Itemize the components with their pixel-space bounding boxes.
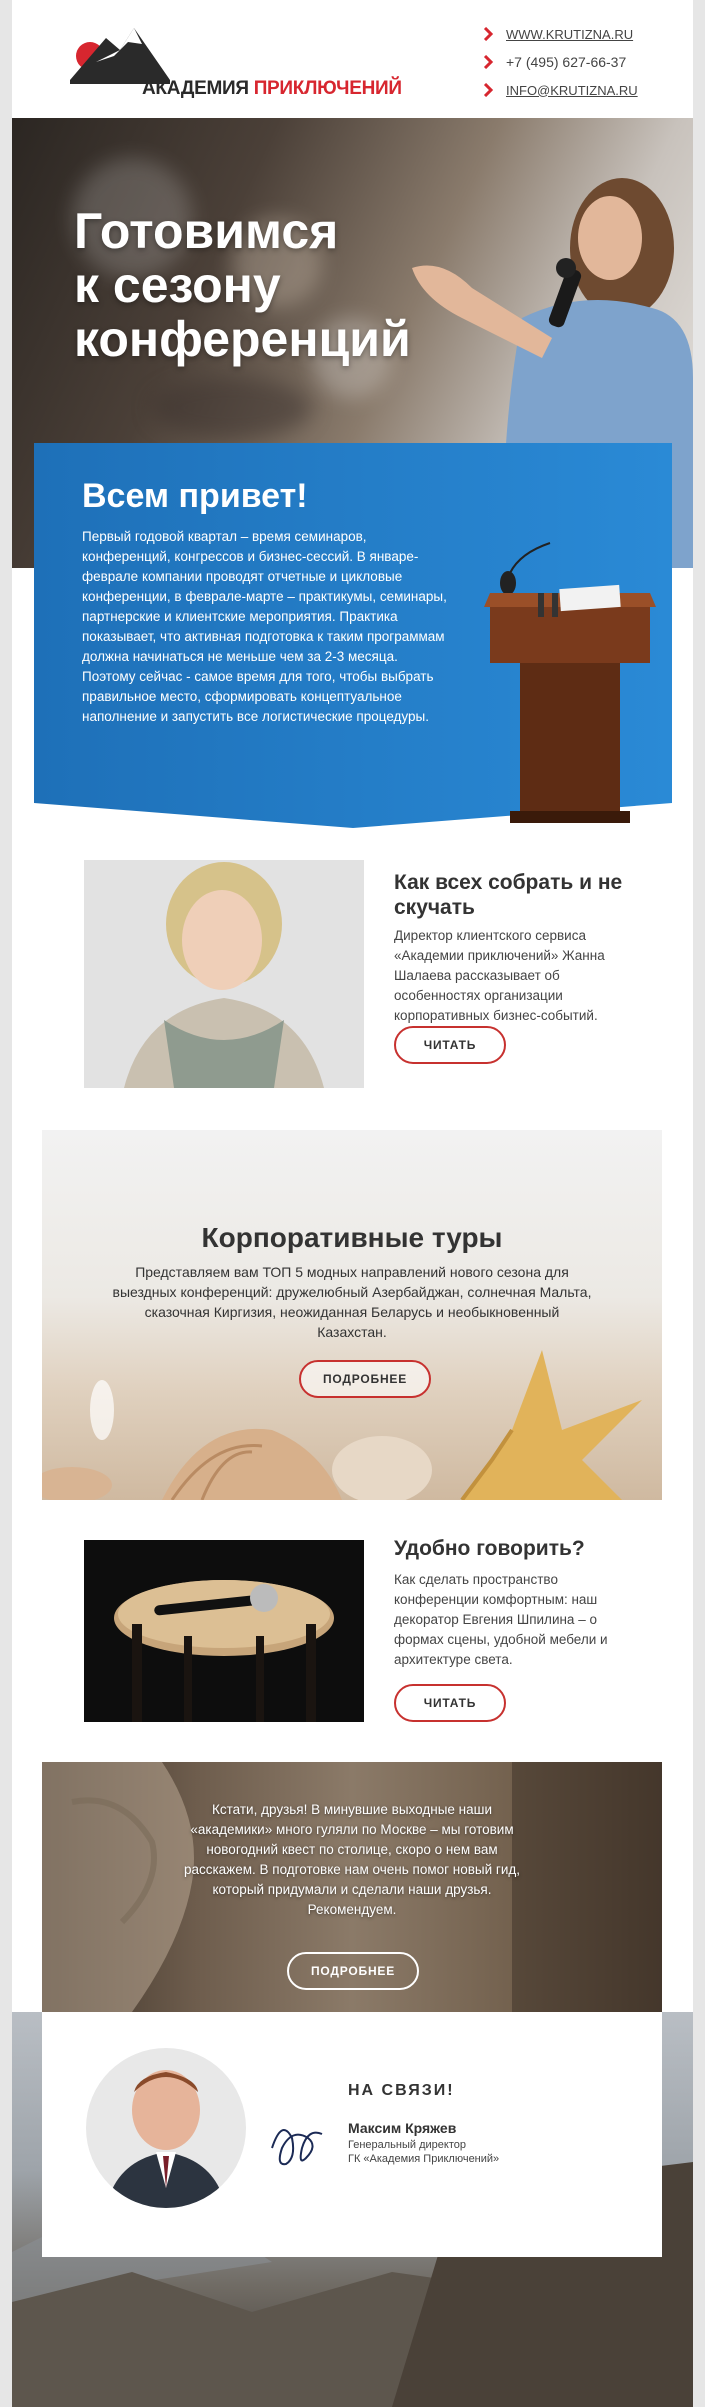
director-avatar — [86, 2048, 246, 2208]
contacts: WWW.KRUTIZNA.RU +7 (495) 627-66-37 INFO@… — [482, 20, 682, 104]
article-1-title: Как всех собрать и не скучать — [394, 871, 623, 919]
director-role: Генеральный директор ГК «Академия Приклю… — [348, 2138, 499, 2166]
chevron-right-icon — [483, 55, 494, 69]
article-1: Как всех собрать и не скучать Директор к… — [42, 828, 662, 1130]
article-2-title: Удобно говорить? — [394, 1537, 585, 1560]
email-frame: АКАДЕМИЯ ПРИКЛЮЧЕНИЙ WWW.KRUTIZNA.RU +7 … — [12, 0, 693, 2407]
logo-word-academy: АКАДЕМИЯ — [142, 78, 249, 99]
logo-text: АКАДЕМИЯ ПРИКЛЮЧЕНИЙ — [142, 78, 402, 100]
director-company-line: ГК «Академия Приключений» — [348, 2153, 500, 2165]
signature-card: НА СВЯЗИ! Максим Кряжев Генеральный дире… — [42, 2012, 662, 2257]
intro-text: Первый годовой квартал – время семинаров… — [82, 529, 447, 724]
director-role-line: Генеральный директор — [348, 2139, 466, 2151]
article-2: Удобно говорить? Как сделать пространств… — [42, 1500, 662, 1762]
tours-more-button[interactable]: ПОДРОБНЕЕ — [299, 1360, 431, 1398]
podium-image — [484, 542, 656, 823]
contact-website: WWW.KRUTIZNA.RU — [482, 20, 682, 48]
website-link[interactable]: WWW.KRUTIZNA.RU — [506, 27, 633, 42]
contact-phone: +7 (495) 627-66-37 — [482, 48, 682, 76]
article-2-text: Как сделать пространство конференции ком… — [394, 1572, 608, 1667]
chevron-right-icon — [483, 83, 494, 97]
article-1-read-button[interactable]: ЧИТАТЬ — [394, 1026, 506, 1064]
intro-panel: Всем привет! Первый годовой квартал – вр… — [34, 443, 672, 828]
phone-number[interactable]: +7 (495) 627-66-37 — [506, 54, 626, 70]
promo-section: Кстати, друзья! В минувшие выходные наши… — [42, 1762, 662, 2012]
article-2-read-button[interactable]: ЧИТАТЬ — [394, 1684, 506, 1722]
logo-word-adventures: ПРИКЛЮЧЕНИЙ — [253, 78, 402, 99]
signature-heading: НА СВЯЗИ! — [348, 2082, 455, 2099]
email-link[interactable]: INFO@KRUTIZNA.RU — [506, 83, 638, 98]
contact-email: INFO@KRUTIZNA.RU — [482, 76, 682, 104]
logo[interactable]: АКАДЕМИЯ ПРИКЛЮЧЕНИЙ — [70, 20, 402, 106]
article-1-text: Директор клиентского сервиса «Академии п… — [394, 928, 605, 1023]
header: АКАДЕМИЯ ПРИКЛЮЧЕНИЙ WWW.KRUTIZNA.RU +7 … — [12, 0, 693, 118]
article-1-photo — [84, 860, 364, 1088]
signature-scribble-icon — [271, 2129, 323, 2166]
chevron-right-icon — [483, 27, 494, 41]
hero-title-line: Готовимся — [74, 203, 339, 259]
director-name: Максим Кряжев — [348, 2120, 457, 2136]
promo-more-button[interactable]: ПОДРОБНЕЕ — [287, 1952, 419, 1990]
promo-text: Кстати, друзья! В минувшие выходные наши… — [183, 1802, 521, 1917]
tours-title: Корпоративные туры — [201, 1222, 503, 1253]
article-2-photo — [84, 1540, 364, 1722]
tours-section: Корпоративные туры Представляем вам ТОП … — [42, 1130, 662, 1500]
tours-text: Представляем вам ТОП 5 модных направлени… — [112, 1264, 592, 1340]
intro-title: Всем привет! — [82, 477, 308, 515]
hero-title: Готовимся к сезону конференций — [74, 204, 411, 366]
hero-title-line: конференций — [74, 311, 411, 367]
hero-title-line: к сезону — [74, 257, 281, 313]
